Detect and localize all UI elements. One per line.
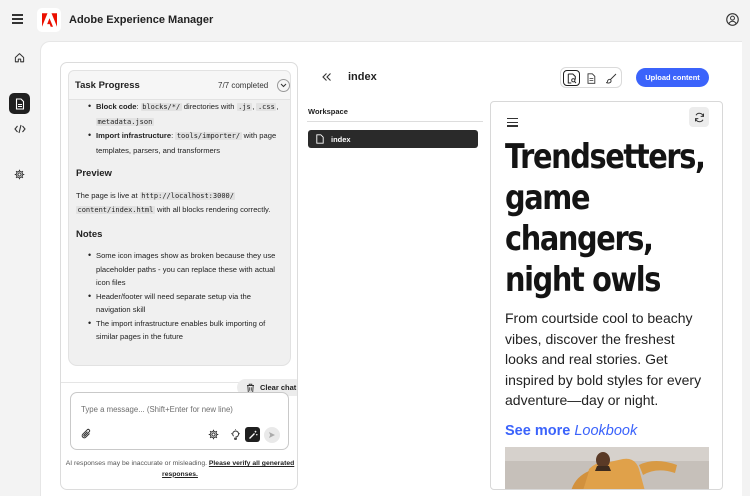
document-icon [316,134,324,144]
view-edit-button[interactable] [603,70,620,86]
app-title: Adobe Experience Manager [69,14,214,26]
nav-code-button[interactable] [9,118,30,139]
collapse-left-icon[interactable] [321,72,333,82]
refresh-icon [694,112,704,122]
task-content: Block code: blocks/*/ directories with .… [69,100,290,344]
list-item: Import infrastructure: tools/importer/ w… [88,129,283,157]
message-input[interactable]: Type a message... (Shift+Enter for new l… [81,405,233,414]
paperclip-icon[interactable] [81,428,92,440]
send-button[interactable] [264,427,280,443]
list-item: Header/footer will need separate setup v… [88,290,283,317]
lightbulb-icon[interactable] [230,429,241,440]
adobe-logo-icon [37,8,61,32]
notes-heading: Notes [76,228,103,240]
preview-heading: Preview [76,168,112,179]
magic-wand-button[interactable] [245,427,260,442]
clear-chat-label: Clear chat [260,383,297,392]
page-preview: Trendsetters, game changers, night owls … [490,101,723,490]
upload-content-button[interactable]: Upload content [636,68,709,87]
ai-disclaimer: AI responses may be inaccurate or mislea… [65,460,295,478]
list-item: Some icon images show as broken because … [88,249,283,290]
menu-icon[interactable] [507,118,518,127]
document-icon [15,97,24,110]
view-document-button[interactable] [583,70,600,86]
refresh-preview-button[interactable] [689,107,709,127]
see-more-link[interactable]: See more Lookbook [505,423,637,439]
user-profile-icon[interactable] [726,13,739,26]
top-bar: Adobe Experience Manager [0,0,750,40]
page-search-icon [567,73,576,83]
nav-documents-button[interactable] [9,93,30,114]
view-preview-button[interactable] [563,70,580,86]
workspace-label: Workspace [308,107,348,116]
preview-headline: Trendsetters, game changers, night owls [505,137,706,299]
gear-icon [14,169,25,180]
preview-text: The page is live at http://localhost:300… [76,190,271,214]
left-nav [0,40,40,496]
task-progress-header[interactable]: Task Progress 7/7 completed [68,70,291,100]
nav-home-button[interactable] [9,47,30,68]
hero-image [505,447,709,489]
send-icon [269,432,275,438]
nav-settings-button[interactable] [9,164,30,185]
collapse-task-button[interactable] [277,79,290,92]
chevron-down-icon [280,83,287,88]
brush-icon [606,73,617,83]
list-item: The import infrastructure enables bulk i… [88,317,283,344]
code-icon [13,124,26,133]
workspace-item-label: index [331,134,351,144]
main-panel: Task Progress 7/7 completed Block code: … [40,41,742,496]
home-icon [14,53,25,63]
task-progress-count: 7/7 completed [218,81,269,90]
message-composer[interactable]: Type a message... (Shift+Enter for new l… [70,392,289,450]
preview-paragraph: From courtside cool to beachy vibes, dis… [505,310,702,409]
divider [307,121,483,122]
view-mode-toggle [560,67,622,88]
list-item: Block code: blocks/*/ directories with .… [88,100,283,129]
magic-wand-icon [248,430,257,439]
task-progress-body[interactable]: Block code: blocks/*/ directories with .… [68,100,291,366]
menu-icon[interactable] [12,14,23,24]
trash-icon [247,383,254,393]
workspace-item-index[interactable]: index [308,130,478,148]
document-title: index [348,71,377,83]
gear-icon[interactable] [208,429,219,440]
document-icon [587,72,596,84]
task-progress-title: Task Progress [75,80,140,91]
chat-panel: Task Progress 7/7 completed Block code: … [60,62,298,490]
